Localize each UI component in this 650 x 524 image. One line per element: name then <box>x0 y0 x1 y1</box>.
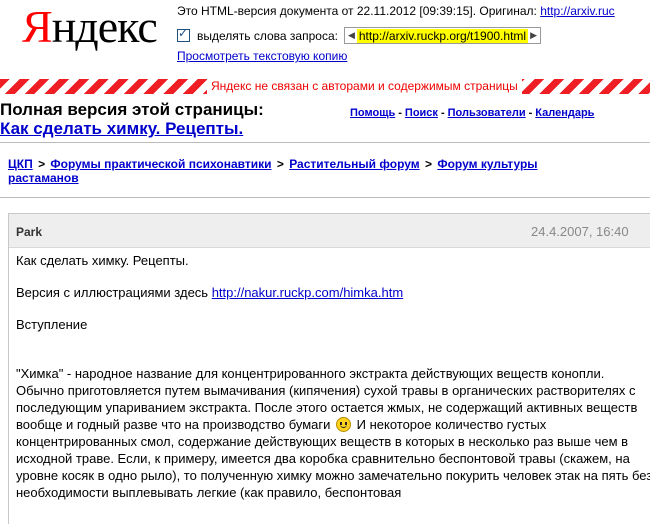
nav-sep: - <box>398 107 402 119</box>
text-copy-link[interactable]: Просмотреть текстовую копию <box>177 49 347 63</box>
full-version-block: Полная версия этой страницы: Как сделать… <box>0 100 650 138</box>
highlight-label: выделять слова запроса: <box>197 28 338 43</box>
nav-calendar[interactable]: Календарь <box>535 107 594 119</box>
post-body: Как сделать химку. Рецепты. Версия с илл… <box>16 252 650 501</box>
breadcrumb-item-forums[interactable]: Форумы практической психонавтики <box>50 157 271 171</box>
left-arrow-icon[interactable]: ◀ <box>348 30 355 41</box>
post-line: Как сделать химку. Рецепты. <box>16 253 189 268</box>
breadcrumb-sep: > <box>424 157 432 171</box>
nav-search[interactable]: Поиск <box>405 107 438 119</box>
yandex-cache-header: Яндекс Это HTML-версия документа от 22.1… <box>0 0 650 79</box>
post: Park 24.4.2007, 16:40 Как сделать химку.… <box>8 213 650 524</box>
divider <box>0 197 650 198</box>
post-line-intro: Вступление <box>16 317 88 332</box>
nav-sep: - <box>528 107 533 119</box>
thread-title-link[interactable]: Как сделать химку. Рецепты. <box>0 119 243 139</box>
nav-help[interactable]: Помощь <box>350 107 395 119</box>
top-nav: Помощь - Поиск - Пользователи - Календарь <box>350 107 594 119</box>
yandex-logo[interactable]: Яндекс <box>22 2 158 52</box>
post-header: Park 24.4.2007, 16:40 <box>9 214 650 248</box>
nav-users[interactable]: Пользователи <box>448 107 526 119</box>
url-field[interactable]: ◀ http://arxiv.ruckp.org/t1900.html ▶ <box>343 27 541 44</box>
cache-info-text: Это HTML-версия документа от 22.11.2012 … <box>177 4 537 18</box>
post-paragraph: "Химка" - народное название для концентр… <box>16 365 650 501</box>
divider <box>0 142 650 143</box>
breadcrumb-sep: > <box>38 157 46 171</box>
original-link[interactable]: http://arxiv.ruc <box>540 4 614 18</box>
smile-icon <box>336 417 352 432</box>
disclaimer-text: Яндекс не связан с авторами и содержимым… <box>207 79 522 94</box>
post-author: Park <box>16 225 43 239</box>
breadcrumb-item-ckp[interactable]: ЦКП <box>8 157 33 171</box>
disclaimer-stripe: Яндекс не связан с авторами и содержимым… <box>0 79 650 94</box>
highlight-row: выделять слова запроса: ◀ http://arxiv.r… <box>177 26 541 44</box>
post-line-illustrations: Версия с иллюстрациями здесь http://naku… <box>16 284 650 301</box>
cache-info: Это HTML-версия документа от 22.11.2012 … <box>177 4 615 18</box>
illustrations-text: Версия с иллюстрациями здесь <box>16 285 212 300</box>
url-value: http://arxiv.ruckp.org/t1900.html <box>356 28 529 43</box>
text-copy-row: Просмотреть текстовую копию <box>177 49 347 63</box>
illustrations-link[interactable]: http://nakur.ruckp.com/himka.htm <box>212 285 403 300</box>
highlight-checkbox[interactable] <box>177 26 190 42</box>
full-version-title: Полная версия этой страницы: <box>0 100 264 119</box>
nav-sep: - <box>440 107 445 119</box>
breadcrumb-sep: > <box>276 157 284 171</box>
post-date: 24.4.2007, 16:40 <box>531 224 629 239</box>
breadcrumb-item-plant-forum[interactable]: Растительный форум <box>289 157 419 171</box>
breadcrumb: ЦКП > Форумы практической психонавтики >… <box>8 157 608 185</box>
right-arrow-icon[interactable]: ▶ <box>530 30 537 41</box>
